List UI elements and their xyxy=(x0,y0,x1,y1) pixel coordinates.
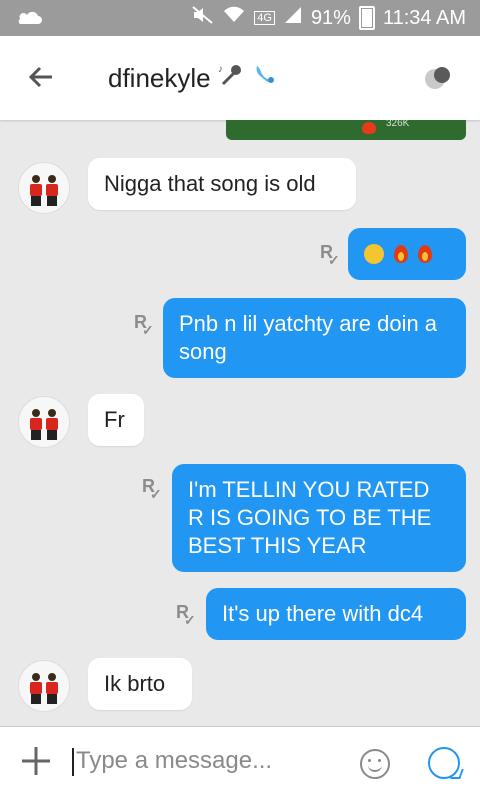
message-placeholder: Type a message... xyxy=(76,747,273,774)
laughing-emoji-icon xyxy=(364,244,384,264)
message-bubble-outgoing[interactable]: Pnb n lil yatchty are doin a song xyxy=(163,298,466,378)
message-text: It's up there with dc4 xyxy=(222,601,424,626)
like-count: 326K xyxy=(386,120,410,129)
message-bubble-outgoing[interactable]: It's up there with dc4 xyxy=(206,588,466,640)
read-receipt-icon: R ✓ xyxy=(320,242,340,268)
avatar[interactable] xyxy=(18,396,70,448)
clock: 11:34 AM xyxy=(382,6,466,29)
message-text: I'm TELLIN YOU RATED R IS GOING TO BE TH… xyxy=(188,477,432,558)
signal-icon xyxy=(283,6,303,30)
wifi-icon xyxy=(222,6,246,30)
message-text: Nigga that song is old xyxy=(104,171,316,196)
conversation-header: dfinekyle ♪ xyxy=(0,36,480,120)
avatar[interactable] xyxy=(18,660,70,712)
message-bubble-outgoing[interactable]: I'm TELLIN YOU RATED R IS GOING TO BE TH… xyxy=(172,464,466,572)
message-input[interactable]: Type a message... xyxy=(72,747,272,776)
text-caret xyxy=(72,747,74,776)
message-bubble-incoming[interactable]: Nigga that song is old xyxy=(88,158,356,210)
network-type: 4G xyxy=(254,11,275,25)
message-bubble-incoming[interactable]: Fr xyxy=(88,394,144,446)
plus-icon[interactable] xyxy=(20,745,52,783)
message-list[interactable]: 326K Nigga that song is old R ✓ R ✓ Pnb n … xyxy=(0,120,480,726)
water-drop-icon xyxy=(251,62,277,95)
cloud-icon xyxy=(16,10,42,26)
svg-text:♪: ♪ xyxy=(218,64,223,75)
heart-icon xyxy=(362,122,376,134)
microphone-icon: ♪ xyxy=(217,62,245,95)
message-text: Pnb n lil yatchty are doin a song xyxy=(179,311,438,364)
read-receipt-icon: R ✓ xyxy=(134,312,154,338)
message-bubble-outgoing[interactable] xyxy=(348,228,466,280)
read-receipt-icon: R ✓ xyxy=(176,602,196,628)
avatar[interactable] xyxy=(18,162,70,214)
contact-name[interactable]: dfinekyle ♪ xyxy=(108,62,277,95)
compose-bar: Type a message... xyxy=(0,726,480,801)
read-receipt-icon: R ✓ xyxy=(142,476,162,502)
battery-percent: 91% xyxy=(310,6,351,29)
send-icon[interactable] xyxy=(428,747,460,779)
status-bar: 4G 91% 11:34 AM xyxy=(0,0,480,36)
arrow-left-icon[interactable] xyxy=(26,62,56,97)
previous-media-message[interactable]: 326K xyxy=(226,120,466,140)
fire-emoji-icon xyxy=(394,245,409,263)
message-text: Fr xyxy=(104,407,125,432)
fire-emoji-icon xyxy=(418,245,433,263)
contact-avatar-icon[interactable] xyxy=(424,64,452,92)
battery-icon xyxy=(358,6,375,30)
message-bubble-incoming[interactable]: Ik brto xyxy=(88,658,192,710)
mute-icon xyxy=(192,6,214,30)
message-text: Ik brto xyxy=(104,671,166,696)
emoji-icon[interactable] xyxy=(360,749,390,779)
contact-name-text: dfinekyle xyxy=(108,63,211,93)
